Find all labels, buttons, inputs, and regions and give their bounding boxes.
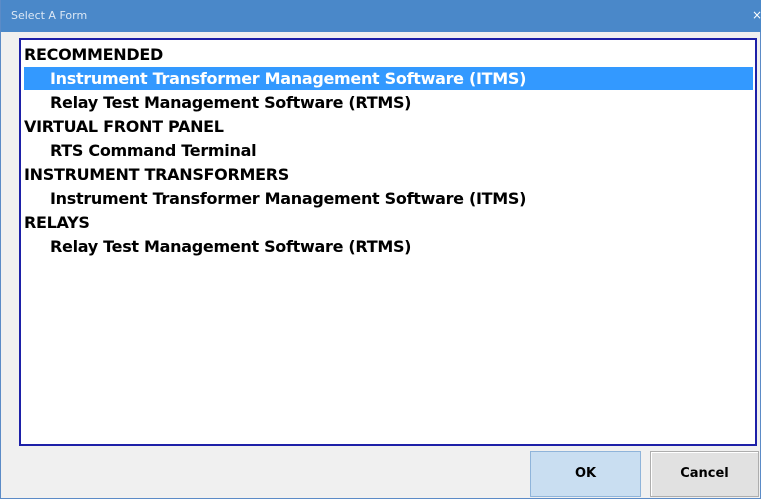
window-title: Select A Form [11,9,88,22]
dialog-footer: OK Cancel [1,447,760,499]
select-form-dialog: Select A Form × RECOMMENDED Instrument T… [0,0,761,499]
list-item-itms[interactable]: Instrument Transformer Management Softwa… [24,187,753,210]
list-item-rts-command-terminal[interactable]: RTS Command Terminal [24,139,753,162]
list-header-instrument-transformers: INSTRUMENT TRANSFORMERS [24,165,289,184]
list-item-rtms[interactable]: Relay Test Management Software (RTMS) [24,235,753,258]
list-header-relays: RELAYS [24,213,90,232]
list-header-virtual-front-panel: VIRTUAL FRONT PANEL [24,117,224,136]
ok-button[interactable]: OK [530,451,641,497]
cancel-button[interactable]: Cancel [650,451,759,497]
title-bar[interactable]: Select A Form × [1,0,761,32]
form-list[interactable]: RECOMMENDED Instrument Transformer Manag… [19,38,757,446]
list-header-recommended: RECOMMENDED [24,45,163,64]
list-item-itms-recommended[interactable]: Instrument Transformer Management Softwa… [24,67,753,90]
list-item-rtms-recommended[interactable]: Relay Test Management Software (RTMS) [24,91,753,114]
close-icon[interactable]: × [752,4,761,26]
